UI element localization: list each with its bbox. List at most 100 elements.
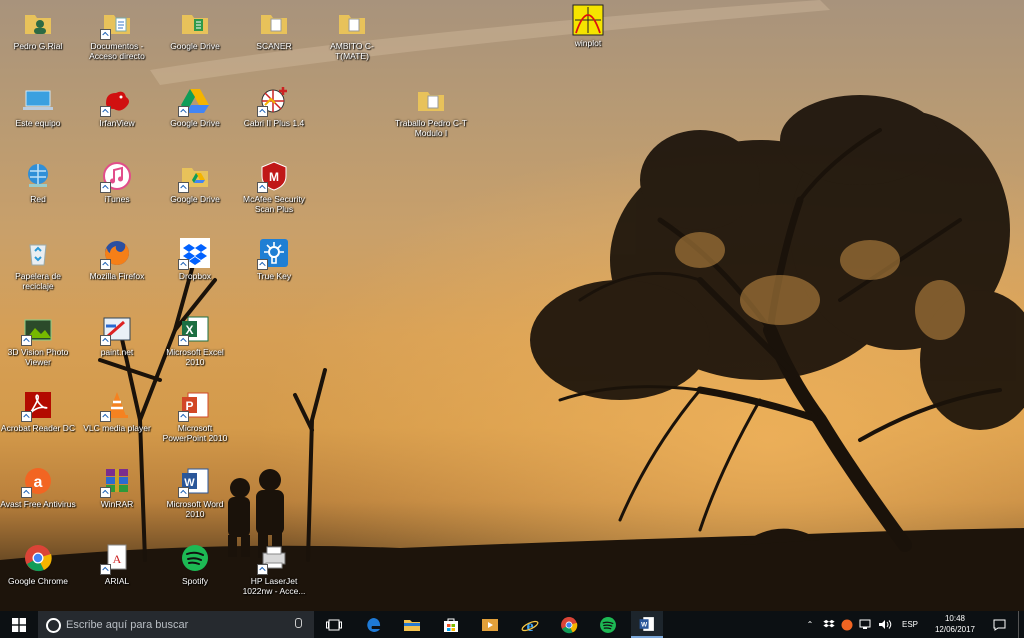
desktop-icon-firefox[interactable]: Mozilla Firefox: [79, 236, 155, 282]
taskbar-store[interactable]: [435, 611, 467, 638]
network-icon: [859, 619, 871, 629]
desktop-icon-irfanview[interactable]: IrfanView: [79, 83, 155, 129]
tray-avast[interactable]: [838, 611, 856, 638]
desktop-icon-google-drive-folder[interactable]: Google Drive: [157, 6, 233, 52]
printer-icon: [257, 541, 291, 575]
microphone-icon[interactable]: [295, 618, 302, 628]
shortcut-arrow-icon: [100, 259, 111, 270]
tray-expand-button[interactable]: ⌃: [802, 611, 818, 638]
desktop-icon-winplot[interactable]: winplot: [550, 3, 626, 49]
truekey-icon: [257, 236, 291, 270]
desktop-icon-paintnet[interactable]: paint.net: [79, 312, 155, 358]
icon-label: Microsoft Excel 2010: [166, 347, 224, 367]
taskbar: Escribe aquí para buscar e W ⌃ ESP 10:48…: [0, 611, 1024, 638]
edge-icon: [367, 617, 381, 632]
taskbar-chrome[interactable]: [553, 611, 585, 638]
desktop-icon-winrar[interactable]: WinRAR: [79, 464, 155, 510]
desktop-icon-true-key[interactable]: True Key: [236, 236, 312, 282]
icon-label: iTunes: [104, 194, 130, 204]
desktop-icon-documentos[interactable]: Documentos - Acceso directo: [79, 6, 155, 61]
desktop-icon-hp-laserjet[interactable]: HP LaserJet 1022nw - Acce...: [236, 541, 312, 596]
icon-label: Google Drive: [170, 41, 220, 51]
dropbox-icon: [178, 236, 212, 270]
desktop-icon-este-equipo[interactable]: Este equipo: [0, 83, 76, 129]
task-view-button[interactable]: [318, 611, 350, 638]
icon-label: HP LaserJet 1022nw - Acce...: [242, 576, 306, 596]
shortcut-arrow-icon: [257, 106, 268, 117]
icon-label: Traballo Pedro C-T Modulo I: [395, 118, 467, 138]
desktop-icon-itunes[interactable]: iTunes: [79, 159, 155, 205]
language-label: ESP: [901, 620, 918, 629]
desktop-icon-avast[interactable]: a Avast Free Antivirus: [0, 464, 76, 510]
excel-icon: X: [178, 312, 212, 346]
google-drive-folder-icon: [178, 159, 212, 193]
desktop-icon-ambito[interactable]: AMBITO C-T(MATE): [314, 6, 390, 61]
desktop-icon-powerpoint[interactable]: P Microsoft PowerPoint 2010: [157, 388, 233, 443]
action-center-button[interactable]: [988, 611, 1010, 638]
desktop-icon-spotify[interactable]: Spotify: [157, 541, 233, 587]
icon-label: AMBITO C-T(MATE): [330, 41, 374, 61]
desktop-icon-scaner[interactable]: SCANER: [236, 6, 312, 52]
desktop-icon-excel[interactable]: X Microsoft Excel 2010: [157, 312, 233, 367]
svg-text:a: a: [34, 474, 43, 491]
file-explorer-icon: [404, 619, 420, 631]
desktop-icon-dropbox[interactable]: Dropbox: [157, 236, 233, 282]
start-button[interactable]: [0, 611, 38, 638]
winplot-icon: [571, 3, 605, 37]
taskbar-edge[interactable]: [358, 611, 390, 638]
search-placeholder: Escribe aquí para buscar: [66, 619, 189, 631]
desktop-icon-cabri[interactable]: Cabri II Plus 1.4: [236, 83, 312, 129]
clock-time: 10:48: [944, 614, 966, 623]
desktop-icon-traballo[interactable]: Traballo Pedro C-T Modulo I: [393, 83, 469, 138]
taskbar-internet-explorer[interactable]: e: [514, 611, 546, 638]
shortcut-arrow-icon: [21, 335, 32, 346]
google-drive-icon: [178, 83, 212, 117]
desktop-icon-mcafee[interactable]: M McAfee Security Scan Plus: [236, 159, 312, 214]
shortcut-arrow-icon: [21, 411, 32, 422]
desktop-icon-vlc[interactable]: VLC media player: [79, 388, 155, 434]
icon-label: True Key: [256, 271, 292, 281]
mcafee-icon: M: [257, 159, 291, 193]
taskbar-word[interactable]: W: [631, 611, 663, 638]
desktop-icon-arial[interactable]: A ARIAL: [79, 541, 155, 587]
taskbar-spotify[interactable]: [592, 611, 624, 638]
desktop-icon-red[interactable]: Red: [0, 159, 76, 205]
desktop-icon-papelera[interactable]: Papelera de reciclaje: [0, 236, 76, 291]
icon-label: paint.net: [100, 347, 134, 357]
shortcut-arrow-icon: [178, 411, 189, 422]
taskbar-media-player[interactable]: [474, 611, 506, 638]
desktop-icon-acrobat[interactable]: Acrobat Reader DC: [0, 388, 76, 434]
svg-text:e: e: [526, 618, 533, 634]
itunes-icon: [100, 159, 134, 193]
show-desktop-button[interactable]: [1018, 611, 1024, 638]
shortcut-arrow-icon: [257, 564, 268, 575]
taskbar-file-explorer[interactable]: [396, 611, 428, 638]
desktop[interactable]: Pedro G.Rial Este equipo Red Papelera de…: [0, 0, 1024, 611]
irfanview-icon: [100, 83, 134, 117]
desktop-icon-google-drive-2[interactable]: Google Drive: [157, 159, 233, 205]
desktop-icon-google-drive[interactable]: Google Drive: [157, 83, 233, 129]
icon-label: Mozilla Firefox: [89, 271, 145, 281]
language-indicator[interactable]: ESP: [897, 611, 923, 638]
firefox-icon: [100, 236, 134, 270]
tray-volume[interactable]: [875, 611, 895, 638]
chevron-up-icon: ⌃: [806, 620, 814, 629]
tray-dropbox[interactable]: [820, 611, 838, 638]
icon-label: Pedro G.Rial: [13, 41, 63, 51]
icon-label: Red: [30, 194, 46, 204]
desktop-icon-pedro-g-rial[interactable]: Pedro G.Rial: [0, 6, 76, 52]
clock[interactable]: 10:48 12/06/2017: [925, 613, 985, 635]
desktop-icon-google-chrome[interactable]: Google Chrome: [0, 541, 76, 587]
svg-text:W: W: [641, 621, 647, 628]
shortcut-arrow-icon: [178, 182, 189, 193]
icon-label: VLC media player: [83, 423, 151, 433]
tray-network[interactable]: [856, 611, 874, 638]
icon-label: Papelera de reciclaje: [15, 271, 61, 291]
taskbar-search-box[interactable]: Escribe aquí para buscar: [38, 611, 314, 638]
this-pc-icon: [21, 83, 55, 117]
shortcut-arrow-icon: [100, 335, 111, 346]
desktop-icon-3d-vision[interactable]: 3D Vision Photo Viewer: [0, 312, 76, 367]
shortcut-arrow-icon: [178, 487, 189, 498]
icon-label: SCANER: [256, 41, 292, 51]
desktop-icon-word[interactable]: W Microsoft Word 2010: [157, 464, 233, 519]
